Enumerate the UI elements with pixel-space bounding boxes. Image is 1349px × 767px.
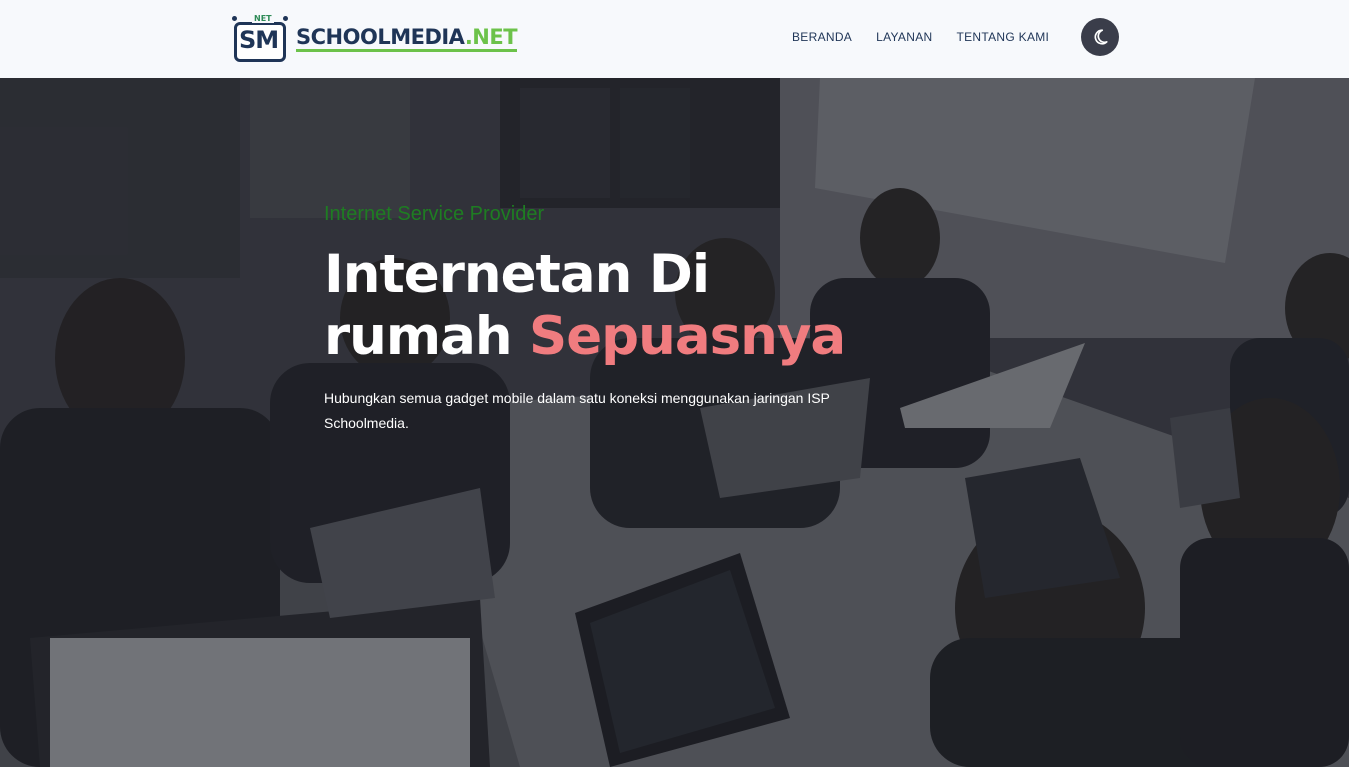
logo-mark-text: SM [239,26,279,54]
nav-item-beranda[interactable]: BERANDA [792,30,852,44]
theme-toggle-button[interactable] [1081,18,1119,56]
logo-mark-tag: NET [252,14,274,23]
headline-accent: Sepuasnya [529,306,846,367]
moon-icon [1094,29,1108,45]
brand-name-main: SCHOOLMEDIA [296,24,465,49]
brand-name: SCHOOLMEDIA.NET [296,24,518,52]
hero-section: Internet Service Provider Internetan Di … [0,78,1349,767]
main-nav: BERANDA LAYANAN TENTANG KAMI [792,30,1073,44]
headline-line-1: Internetan Di [324,244,710,305]
sm-logo-icon: NET SM [232,14,288,62]
brand-logo[interactable]: NET SM SCHOOLMEDIA.NET [232,14,518,63]
nav-item-layanan[interactable]: LAYANAN [876,30,932,44]
hero-description: Hubungkan semua gadget mobile dalam satu… [324,390,830,431]
hero-content: Internet Service Provider Internetan Di … [324,203,884,436]
nav-item-tentang-kami[interactable]: TENTANG KAMI [956,30,1049,44]
headline-line-2: rumah [324,306,530,367]
top-navbar: NET SM SCHOOLMEDIA.NET BERANDA LAYANAN T… [0,0,1349,78]
hero-eyebrow: Internet Service Provider [324,203,545,225]
brand-name-suffix: .NET [464,24,518,49]
hero-headline: Internetan Di rumah Sepuasnya [324,244,884,368]
